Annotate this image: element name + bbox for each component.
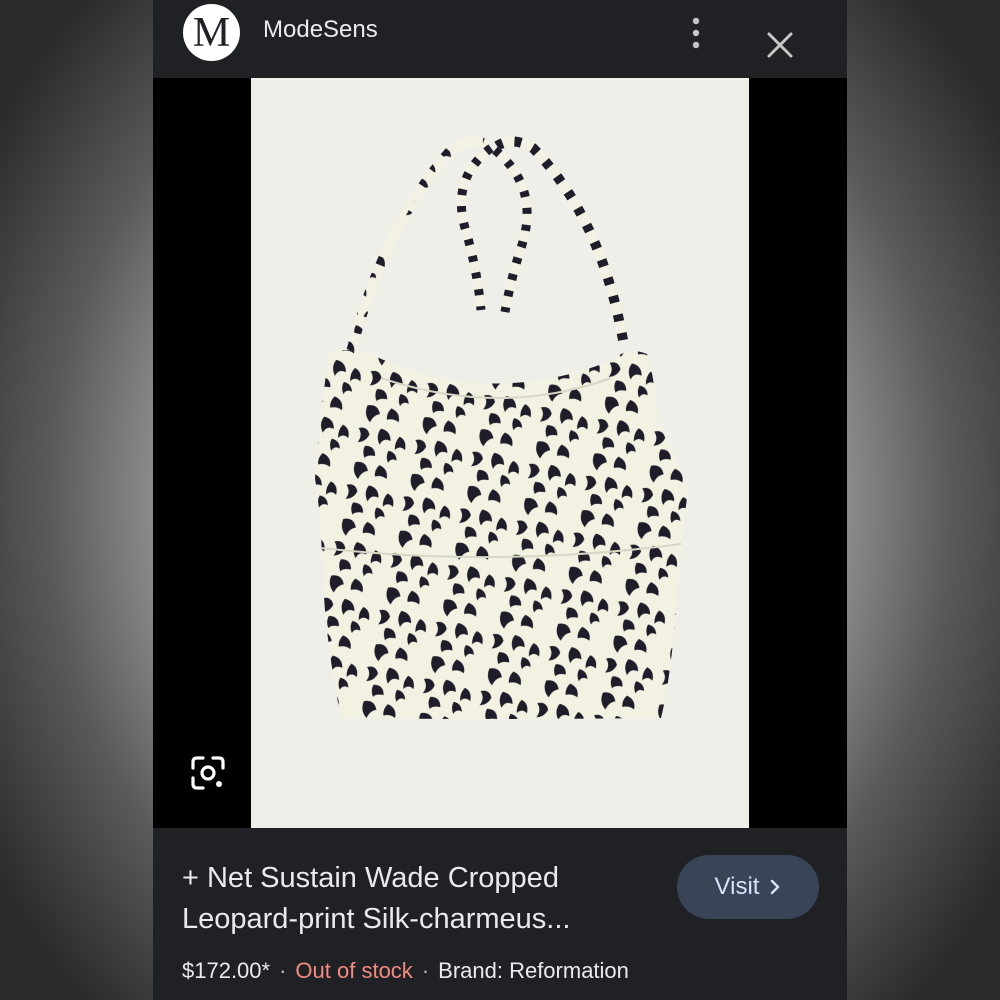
separator-dot: · xyxy=(421,958,430,983)
result-header: M ModeSens xyxy=(153,0,847,78)
product-info: + Net Sustain Wade Cropped Leopard-print… xyxy=(153,828,847,1000)
visit-label: Visit xyxy=(714,873,760,900)
site-logo[interactable]: M xyxy=(183,4,240,61)
product-meta: $172.00* · Out of stock · Brand: Reformation xyxy=(182,958,629,984)
product-title-line-2[interactable]: Leopard-print Silk-charmeus... xyxy=(182,899,652,940)
separator-dot: · xyxy=(279,958,287,983)
more-vert-icon[interactable] xyxy=(685,16,707,50)
google-lens-icon[interactable] xyxy=(189,754,227,792)
screen: M ModeSens + Net Sustain Wade Cropped Le… xyxy=(153,0,847,1000)
visit-button[interactable]: Visit xyxy=(677,855,819,919)
stock-status: Out of stock xyxy=(295,958,413,983)
site-name[interactable]: ModeSens xyxy=(263,16,378,44)
product-title-line-1[interactable]: + Net Sustain Wade Cropped xyxy=(182,858,652,899)
product-image[interactable] xyxy=(251,78,749,828)
product-title[interactable]: + Net Sustain Wade Cropped Leopard-print… xyxy=(182,858,652,940)
brand-label: Brand: Reformation xyxy=(438,958,629,983)
price: $172.00* xyxy=(182,958,271,983)
chevron-right-icon xyxy=(771,879,780,895)
close-icon[interactable] xyxy=(765,30,795,60)
image-viewer xyxy=(153,78,847,828)
